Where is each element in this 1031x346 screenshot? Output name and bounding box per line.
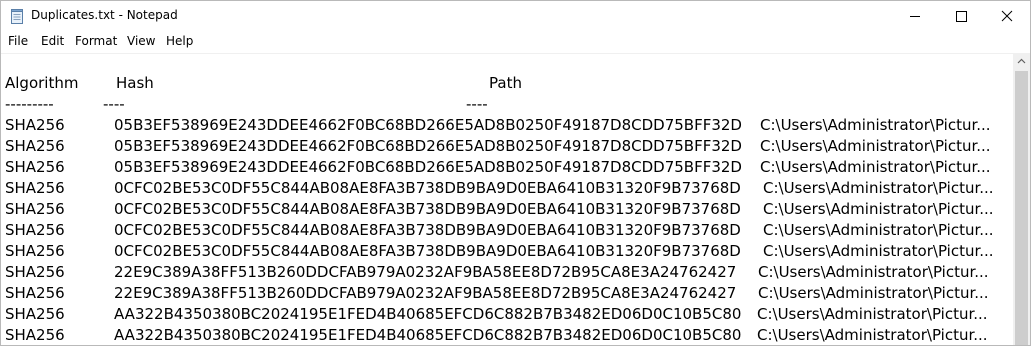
vertical-scrollbar[interactable]	[1013, 53, 1030, 345]
header-path: Path	[489, 74, 522, 92]
text-editor[interactable]: Algorithm Hash Path --------- ---- ---- …	[1, 53, 1013, 345]
menu-view[interactable]: View	[127, 34, 155, 48]
hash-cell: 22E9C389A38FF513B260DDCFAB979A0232AF9BA5…	[114, 284, 737, 302]
menu-bar: File Edit Format View Help	[1, 32, 1030, 52]
underline-path: ----	[466, 95, 488, 113]
algorithm-cell: SHA256	[5, 179, 65, 197]
hash-cell: 0CFC02BE53C0DF55C844AB08AE8FA3B738DB9BA9…	[114, 242, 741, 260]
close-icon	[1001, 10, 1013, 22]
algorithm-cell: SHA256	[5, 116, 65, 134]
notepad-icon	[11, 9, 23, 24]
minimize-button[interactable]	[892, 1, 938, 31]
algorithm-cell: SHA256	[5, 263, 65, 281]
maximize-button[interactable]	[938, 1, 984, 31]
menu-file[interactable]: File	[8, 34, 28, 48]
path-cell: C:\Users\Administrator\Pictur...	[760, 116, 991, 134]
title-bar[interactable]: Duplicates.txt - Notepad	[1, 1, 1030, 31]
algorithm-cell: SHA256	[5, 137, 65, 155]
path-cell: C:\Users\Administrator\Pictur...	[758, 263, 989, 281]
header-algorithm: Algorithm	[5, 74, 79, 92]
hash-cell: AA322B4350380BC2024195E1FED4B40685EFCD6C…	[114, 305, 742, 323]
menu-edit[interactable]: Edit	[41, 34, 64, 48]
path-cell: C:\Users\Administrator\Pictur...	[760, 158, 991, 176]
algorithm-cell: SHA256	[5, 326, 65, 344]
algorithm-cell: SHA256	[5, 158, 65, 176]
hash-cell: 22E9C389A38FF513B260DDCFAB979A0232AF9BA5…	[114, 263, 737, 281]
algorithm-cell: SHA256	[5, 200, 65, 218]
menu-help[interactable]: Help	[166, 34, 193, 48]
algorithm-cell: SHA256	[5, 284, 65, 302]
close-button[interactable]	[984, 1, 1030, 31]
path-cell: C:\Users\Administrator\Pictur...	[763, 221, 994, 239]
window-title: Duplicates.txt - Notepad	[31, 8, 178, 22]
path-cell: C:\Users\Administrator\Pictur...	[763, 242, 994, 260]
path-cell: C:\Users\Administrator\Pictur...	[760, 137, 991, 155]
menu-format[interactable]: Format	[75, 34, 117, 48]
algorithm-cell: SHA256	[5, 305, 65, 323]
maximize-icon	[956, 11, 967, 22]
path-cell: C:\Users\Administrator\Pictur...	[758, 284, 989, 302]
path-cell: C:\Users\Administrator\Pictur...	[757, 305, 988, 323]
scroll-thumb[interactable]	[1015, 71, 1028, 345]
minimize-icon	[910, 16, 920, 17]
path-cell: C:\Users\Administrator\Pictur...	[757, 326, 988, 344]
hash-cell: 0CFC02BE53C0DF55C844AB08AE8FA3B738DB9BA9…	[114, 221, 741, 239]
hash-cell: 0CFC02BE53C0DF55C844AB08AE8FA3B738DB9BA9…	[114, 200, 741, 218]
hash-cell: 05B3EF538969E243DDEE4662F0BC68BD266E5AD8…	[114, 137, 742, 155]
path-cell: C:\Users\Administrator\Pictur...	[763, 179, 994, 197]
algorithm-cell: SHA256	[5, 242, 65, 260]
hash-cell: 05B3EF538969E243DDEE4662F0BC68BD266E5AD8…	[114, 116, 742, 134]
hash-cell: 0CFC02BE53C0DF55C844AB08AE8FA3B738DB9BA9…	[114, 179, 741, 197]
hash-cell: AA322B4350380BC2024195E1FED4B40685EFCD6C…	[114, 326, 742, 344]
scroll-up-arrow-icon	[1017, 58, 1026, 64]
notepad-window: Duplicates.txt - Notepad File Edit Forma…	[0, 0, 1031, 346]
scroll-up-button[interactable]	[1013, 53, 1030, 70]
underline-algorithm: ---------	[5, 95, 54, 113]
underline-hash: ----	[103, 95, 125, 113]
header-hash: Hash	[116, 74, 154, 92]
hash-cell: 05B3EF538969E243DDEE4662F0BC68BD266E5AD8…	[114, 158, 742, 176]
algorithm-cell: SHA256	[5, 221, 65, 239]
path-cell: C:\Users\Administrator\Pictur...	[763, 200, 994, 218]
